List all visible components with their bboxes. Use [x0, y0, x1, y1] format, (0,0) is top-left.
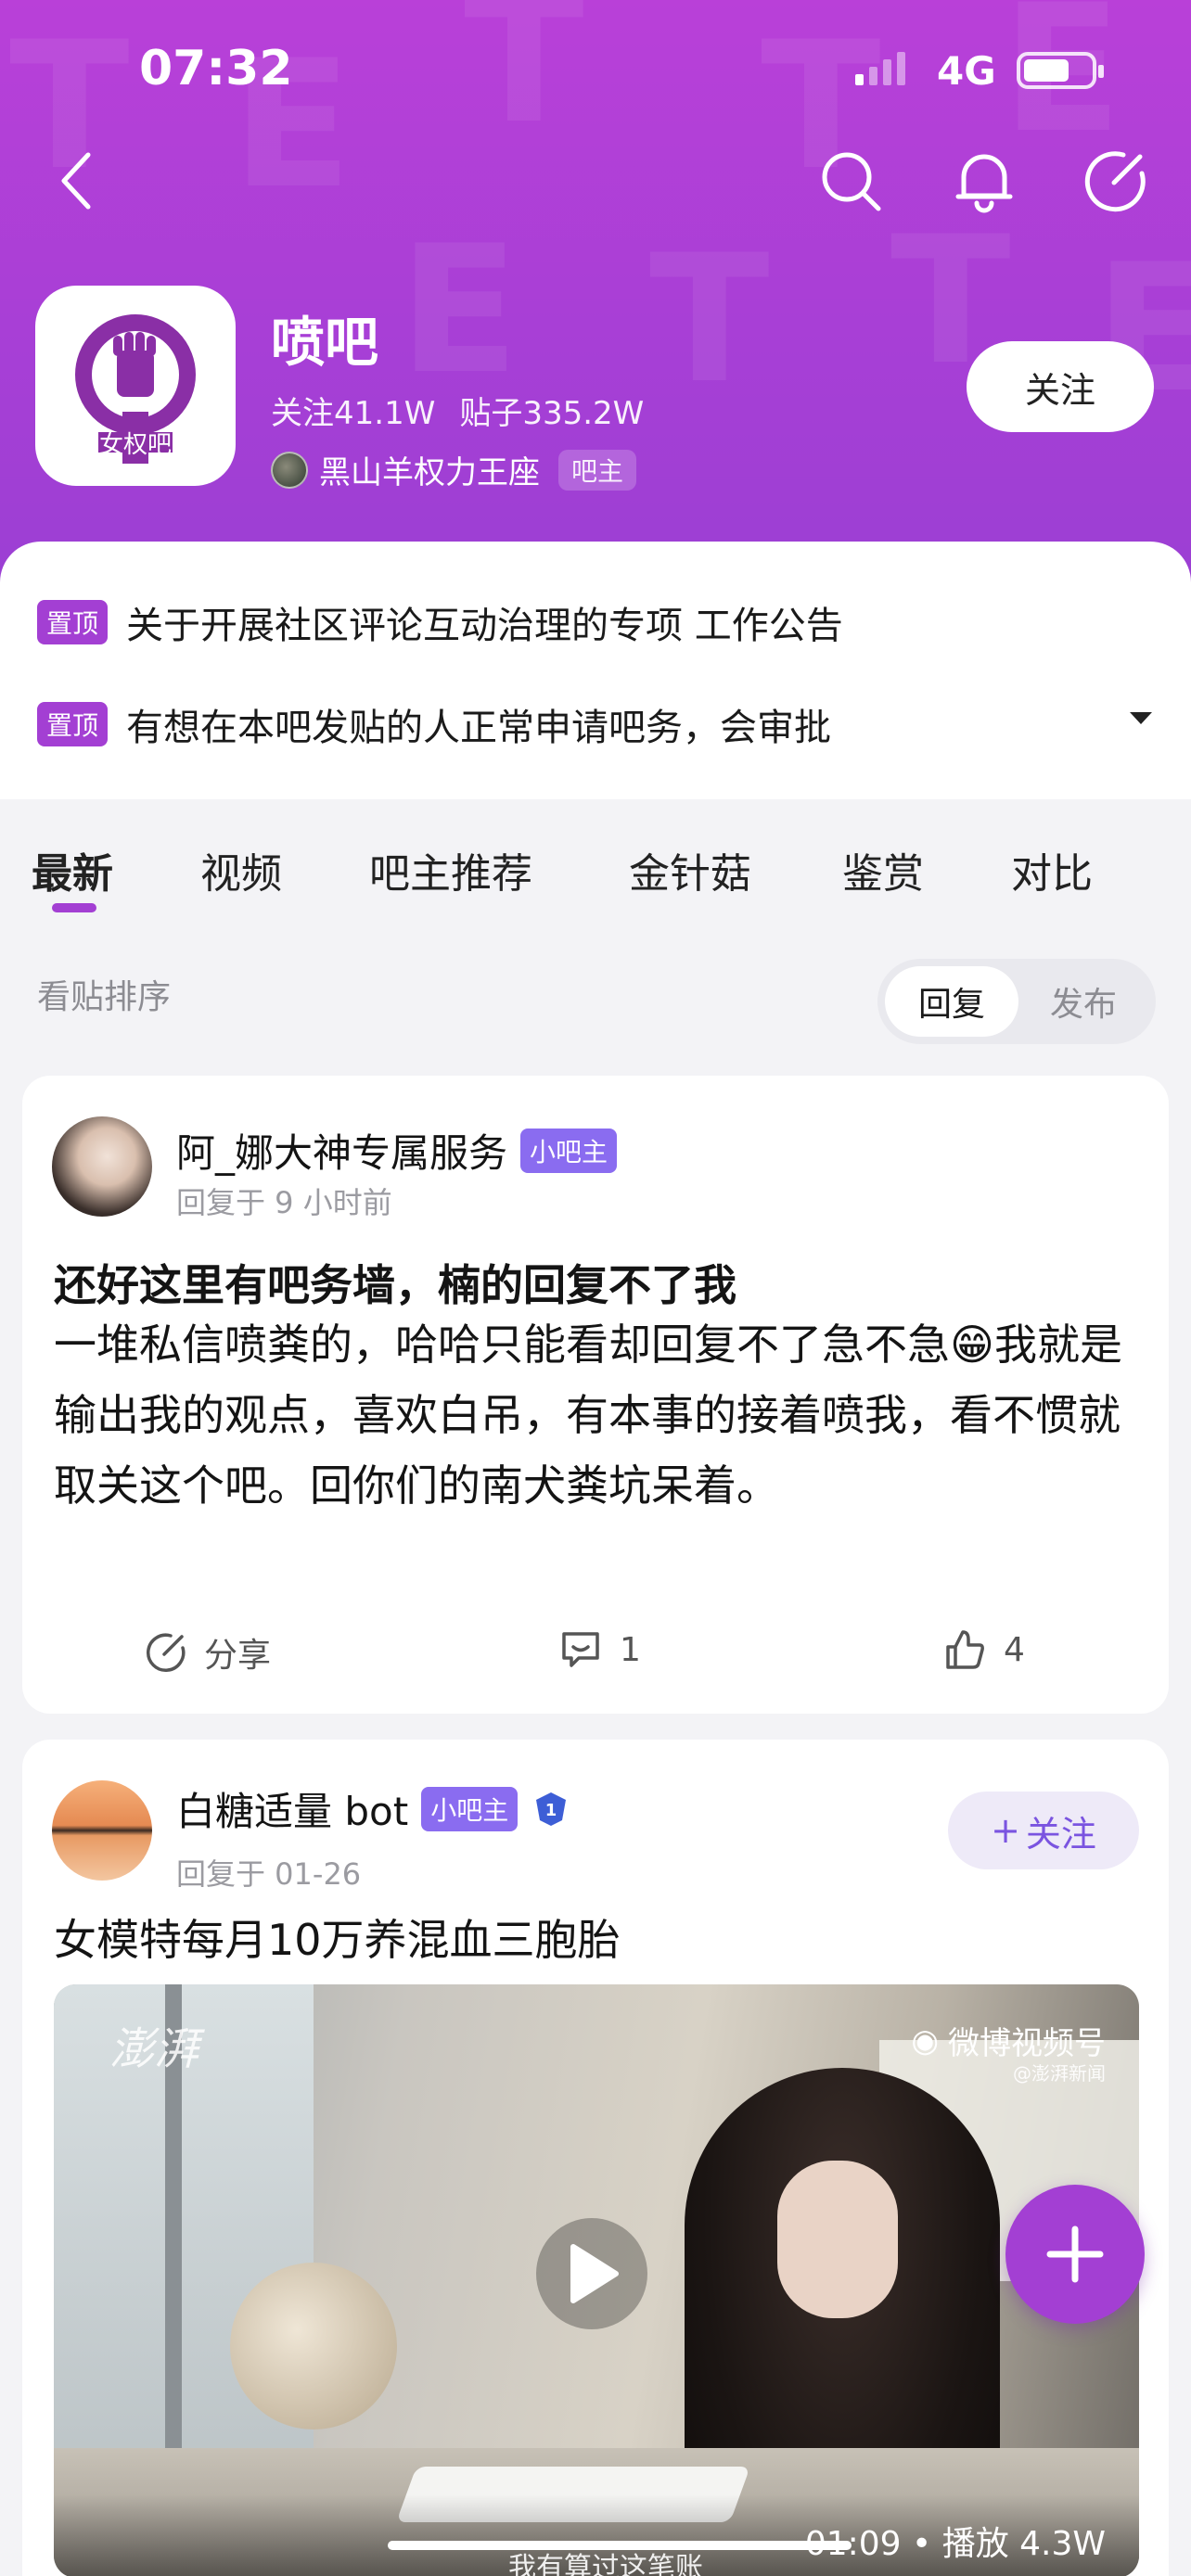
sort-by-publish[interactable]: 发布: [1017, 966, 1150, 1037]
video-scene: [777, 2161, 898, 2318]
owner-name: 黑山羊权力王座: [319, 454, 540, 491]
sort-by-reply[interactable]: 回复: [885, 966, 1018, 1037]
forum-header: T E T T E E T T E 07:32 4G 女权吧 喷吧 关注41.1…: [0, 0, 1191, 593]
logo-text: 女权吧: [99, 431, 172, 459]
tab-latest[interactable]: 最新: [32, 840, 113, 899]
like-icon: [946, 1630, 984, 1669]
owner-badge: 吧主: [558, 449, 637, 491]
post-body: 一堆私信喷粪的，哈哈只能看却回复不了急不急😁我就是输出我的观点，喜欢白吊，有本事…: [54, 1320, 1122, 1511]
author-avatar[interactable]: [52, 1780, 152, 1881]
header-decoration: E: [399, 208, 519, 413]
plus-icon: [1046, 2225, 1104, 2283]
pinned-section: 置顶 关于开展社区评论互动治理的专项 工作公告 置顶 有想在本吧发贴的人正常申请…: [0, 542, 1191, 799]
owner-avatar: [271, 451, 308, 489]
post-count: 贴子335.2W: [459, 395, 645, 432]
expand-caret-icon[interactable]: [1130, 712, 1152, 724]
follow-author-label: 关注: [1025, 1813, 1096, 1855]
share-icon: [147, 1633, 186, 1672]
author-name[interactable]: 阿_娜大神专属服务: [176, 1122, 507, 1179]
play-icon: [570, 2244, 619, 2303]
tab-appreciation[interactable]: 鉴赏: [842, 840, 924, 899]
post-title: 女模特每月10万养混血三胞胎: [54, 1915, 621, 1965]
comment-count: 1: [620, 1630, 641, 1669]
video-plays: 播放 4.3W: [941, 2525, 1106, 2563]
signal-icon: [855, 48, 905, 85]
level-badge-icon: 1: [536, 1792, 567, 1826]
author-name[interactable]: 白糖适量 bot: [176, 1780, 408, 1837]
forum-title: 喷吧: [271, 311, 379, 374]
forum-owner[interactable]: 黑山羊权力王座 吧主: [271, 447, 637, 492]
battery-icon: [1017, 52, 1104, 89]
reply-time: 回复于 9 小时前: [176, 1185, 392, 1220]
tab-bar: 最新 视频 吧主推荐 金针菇 鉴赏 对比: [0, 799, 1191, 938]
role-badge: 小吧主: [421, 1786, 519, 1831]
like-button[interactable]: 4: [942, 1628, 1025, 1671]
post-title: 还好这里有吧务墙，楠的回复不了我: [54, 1260, 736, 1310]
network-label: 4G: [937, 48, 996, 94]
pinned-item[interactable]: 置顶 有想在本吧发贴的人正常申请吧务，会审批: [37, 697, 831, 751]
video-scene: [230, 2263, 397, 2429]
video-progress-bar[interactable]: [388, 2541, 852, 2550]
reply-time: 回复于 01-26: [176, 1856, 362, 1892]
follow-author-button[interactable]: + 关注: [948, 1792, 1139, 1869]
like-count: 4: [1004, 1630, 1025, 1669]
author-row: 阿_娜大神专属服务 小吧主: [176, 1122, 618, 1179]
active-tab-indicator: [52, 903, 96, 912]
video-meta: 01:09 • 播放 4.3W: [805, 2517, 1106, 2565]
nav-bar: [0, 139, 1191, 241]
level-badge-text: 1: [545, 1801, 557, 1820]
status-bar: 07:32 4G: [0, 0, 1191, 139]
pinned-text: 有想在本吧发贴的人正常申请吧务，会审批: [126, 707, 832, 749]
compose-icon[interactable]: [1074, 139, 1158, 223]
pinned-text: 关于开展社区评论互动治理的专项 工作公告: [126, 605, 843, 647]
video-watermark-right: ◉ 微博视频号: [911, 2018, 1106, 2063]
new-post-fab[interactable]: [1005, 2185, 1145, 2324]
bell-icon[interactable]: [942, 139, 1026, 223]
comment-button[interactable]: 1: [558, 1628, 641, 1671]
author-row: 白糖适量 bot 小吧主 1: [176, 1780, 571, 1837]
fist-logo-icon: 女权吧: [75, 314, 196, 464]
search-icon[interactable]: [809, 139, 892, 223]
video-watermark-sub: @澎湃新闻: [1013, 2062, 1106, 2085]
share-label: 分享: [204, 1637, 272, 1675]
pinned-tag: 置顶: [37, 702, 109, 746]
watermark-right-text: 微博视频号: [948, 2025, 1106, 2062]
play-button[interactable]: [536, 2218, 647, 2329]
forum-stats: 关注41.1W 贴子335.2W: [271, 388, 644, 433]
follow-count: 关注41.1W: [271, 395, 436, 432]
comment-icon: [562, 1632, 599, 1667]
role-badge: 小吧主: [520, 1128, 618, 1173]
tab-enoki[interactable]: 金针菇: [629, 840, 751, 899]
sort-row: 看贴排序 回复 发布: [0, 938, 1191, 1050]
pinned-tag: 置顶: [37, 600, 109, 644]
status-time: 07:32: [139, 41, 293, 96]
weibo-icon: ◉: [911, 2021, 939, 2060]
tab-owner-picks[interactable]: 吧主推荐: [369, 840, 532, 899]
sort-toggle: 回复 发布: [877, 959, 1156, 1044]
video-duration: 01:09: [804, 2525, 902, 2563]
post-card[interactable]: 阿_娜大神专属服务 小吧主 回复于 9 小时前 还好这里有吧务墙，楠的回复不了我…: [22, 1076, 1169, 1714]
share-button[interactable]: 分享: [145, 1628, 271, 1677]
sort-label: 看贴排序: [37, 978, 172, 1016]
follow-forum-button[interactable]: 关注: [967, 341, 1154, 432]
header-decoration: T: [649, 217, 770, 422]
tab-video[interactable]: 视频: [200, 840, 282, 899]
back-icon[interactable]: [35, 139, 119, 223]
tab-compare[interactable]: 对比: [1011, 840, 1093, 899]
plus-icon: +: [991, 1810, 1020, 1851]
pinned-item[interactable]: 置顶 关于开展社区评论互动治理的专项 工作公告: [37, 595, 843, 649]
meta-separator: •: [912, 2525, 942, 2563]
video-player[interactable]: 澎湃 ◉ 微博视频号 @澎湃新闻 我有算过这笔账 01:09 • 播放 4.3W: [54, 1984, 1139, 2576]
video-watermark-left: 澎湃: [109, 2023, 199, 2075]
author-avatar[interactable]: [52, 1116, 152, 1217]
forum-logo[interactable]: 女权吧: [35, 286, 236, 486]
post-card[interactable]: 白糖适量 bot 小吧主 1 回复于 01-26 + 关注 女模特每月10万养混…: [22, 1740, 1169, 2576]
